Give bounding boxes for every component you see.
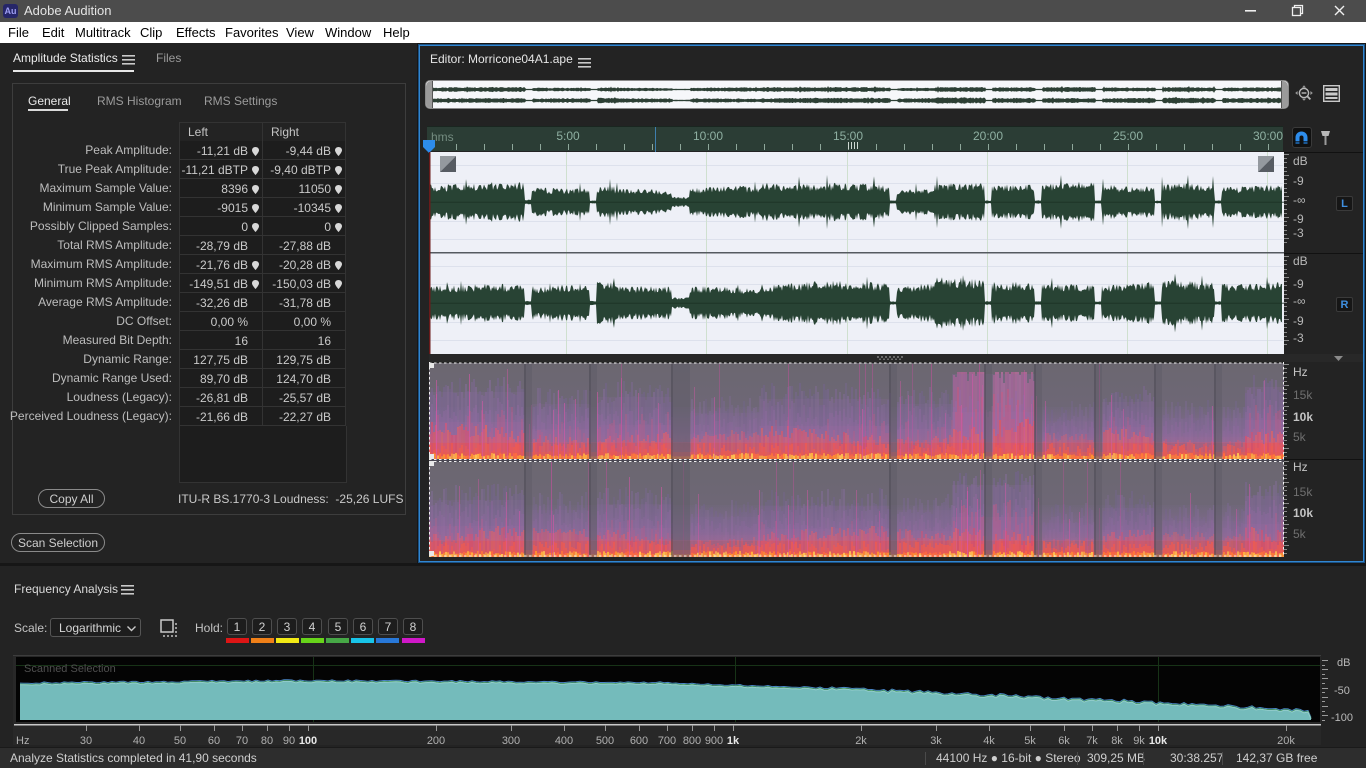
- svg-text:1k: 1k: [727, 735, 740, 747]
- svg-text:7k: 7k: [1086, 735, 1098, 747]
- svg-text:15:00: 15:00: [833, 129, 863, 143]
- svg-text:30:00: 30:00: [1253, 129, 1283, 143]
- svg-text:Hz: Hz: [16, 735, 29, 747]
- svg-text:20:00: 20:00: [973, 129, 1003, 143]
- svg-text:2k: 2k: [855, 735, 867, 747]
- svg-text:9k: 9k: [1133, 735, 1145, 747]
- svg-text:700: 700: [658, 735, 676, 747]
- svg-text:25:00: 25:00: [1113, 129, 1143, 143]
- svg-text:800: 800: [683, 735, 701, 747]
- svg-text:600: 600: [630, 735, 648, 747]
- svg-text:6k: 6k: [1058, 735, 1070, 747]
- svg-text:dB: dB: [1337, 657, 1350, 669]
- svg-text:10k: 10k: [1149, 735, 1168, 747]
- svg-text:80: 80: [261, 735, 273, 747]
- svg-text:30: 30: [80, 735, 92, 747]
- svg-text:60: 60: [208, 735, 220, 747]
- svg-text:3k: 3k: [930, 735, 942, 747]
- svg-text:500: 500: [596, 735, 614, 747]
- svg-text:10:00: 10:00: [693, 129, 723, 143]
- svg-text:400: 400: [555, 735, 573, 747]
- svg-text:5:00: 5:00: [556, 129, 580, 143]
- svg-text:70: 70: [236, 735, 248, 747]
- svg-text:900: 900: [705, 735, 723, 747]
- svg-text:40: 40: [133, 735, 145, 747]
- svg-text:20k: 20k: [1277, 735, 1295, 747]
- svg-text:-100: -100: [1331, 712, 1353, 724]
- svg-text:90: 90: [283, 735, 295, 747]
- svg-text:50: 50: [174, 735, 186, 747]
- svg-text:100: 100: [299, 735, 317, 747]
- svg-text:200: 200: [427, 735, 445, 747]
- svg-text:8k: 8k: [1111, 735, 1123, 747]
- svg-text:-50: -50: [1334, 685, 1350, 697]
- svg-text:300: 300: [502, 735, 520, 747]
- svg-text:5k: 5k: [1024, 735, 1036, 747]
- svg-text:4k: 4k: [983, 735, 995, 747]
- svg-text:Scanned Selection: Scanned Selection: [24, 663, 116, 675]
